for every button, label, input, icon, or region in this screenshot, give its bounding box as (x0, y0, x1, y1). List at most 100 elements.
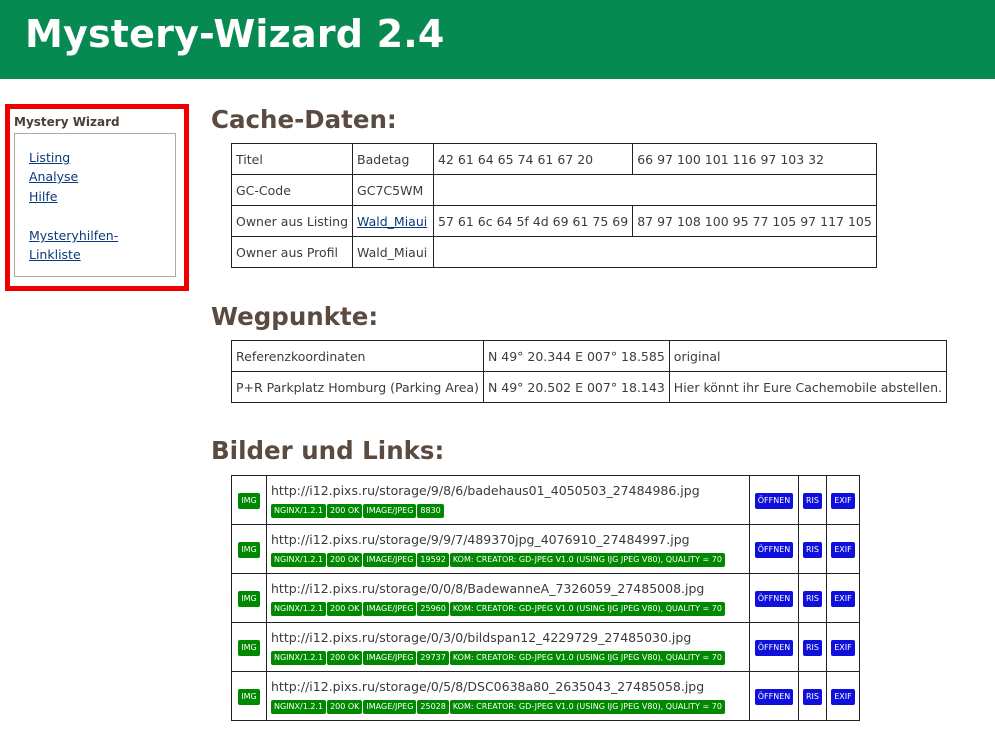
table-row: IMG http://i12.pixs.ru/storage/9/8/6/bade… (231, 475, 860, 525)
tag-size: 8830 (417, 503, 444, 518)
img-badge: IMG (238, 493, 260, 509)
tag-comment: KOM: CREATOR: GD-JPEG V1.0 (USING IJG JP… (449, 552, 725, 567)
exif-cell: EXIF (826, 475, 860, 525)
tag-status: 200 OK (327, 601, 363, 616)
open-cell: ÖFFNEN (749, 524, 799, 574)
open-button[interactable]: ÖFFNEN (754, 640, 794, 656)
exif-button[interactable]: EXIF (831, 689, 855, 705)
exif-cell: EXIF (826, 622, 860, 672)
tag-server: NGINX/1.2.1 (271, 552, 327, 567)
open-button[interactable]: ÖFFNEN (754, 591, 794, 607)
exif-cell: EXIF (826, 573, 860, 623)
image-info-cell: http://i12.pixs.ru/storage/0/0/8/Badewan… (266, 573, 750, 623)
tag-comment: KOM: CREATOR: GD-JPEG V1.0 (USING IJG JP… (449, 699, 725, 714)
exif-button[interactable]: EXIF (831, 542, 855, 558)
waypoint-coords: N 49° 20.344 E 007° 18.585 (482, 340, 670, 372)
nav-link-mysteryhilfen[interactable]: Mysteryhilfen- (29, 226, 118, 245)
tag-status: 200 OK (327, 699, 363, 714)
image-info-cell: http://i12.pixs.ru/storage/0/3/0/bildspa… (266, 622, 750, 672)
ris-cell: RIS (798, 475, 827, 525)
img-cell: IMG (231, 524, 267, 574)
open-cell: ÖFFNEN (749, 475, 799, 525)
cache-hex: 57 61 6c 64 5f 4d 69 61 75 69 (433, 205, 634, 237)
table-row: IMG http://i12.pixs.ru/storage/0/5/8/DSC0… (231, 671, 860, 721)
cache-hex: 42 61 64 65 74 61 67 20 (433, 143, 634, 175)
waypoints-table: Referenzkoordinaten N 49° 20.344 E 007° … (231, 340, 947, 403)
sidebar-title: Mystery Wizard (14, 115, 120, 129)
app-header: Mystery-Wizard 2.4 (0, 0, 995, 79)
tag-status: 200 OK (327, 552, 363, 567)
img-badge: IMG (238, 640, 260, 656)
open-button[interactable]: ÖFFNEN (754, 689, 794, 705)
open-button[interactable]: ÖFFNEN (754, 493, 794, 509)
tag-size: 19592 (417, 552, 449, 567)
waypoint-note: Hier könnt ihr Eure Cachemobile abstelle… (668, 371, 947, 403)
tag-type: IMAGE/JPEG (363, 650, 417, 665)
img-cell: IMG (231, 573, 267, 623)
tag-status: 200 OK (327, 650, 363, 665)
table-row: IMG http://i12.pixs.ru/storage/0/3/0/bild… (231, 622, 860, 672)
cache-empty (433, 236, 877, 268)
cache-value: GC7C5WM (352, 174, 435, 206)
image-url[interactable]: http://i12.pixs.ru/storage/0/5/8/DSC0638… (271, 679, 745, 694)
image-info-cell: http://i12.pixs.ru/storage/9/8/6/badehau… (266, 475, 750, 525)
open-button[interactable]: ÖFFNEN (754, 542, 794, 558)
ris-button[interactable]: RIS (803, 640, 822, 656)
table-row: IMG http://i12.pixs.ru/storage/0/0/8/Bade… (231, 573, 860, 623)
table-row: Owner aus Listing Wald_Miaui 57 61 6c 64… (230, 205, 877, 237)
exif-button[interactable]: EXIF (831, 493, 855, 509)
ris-button[interactable]: RIS (803, 591, 822, 607)
waypoint-coords: N 49° 20.502 E 007° 18.143 (482, 371, 670, 403)
exif-button[interactable]: EXIF (831, 591, 855, 607)
open-cell: ÖFFNEN (749, 573, 799, 623)
ris-cell: RIS (798, 524, 827, 574)
image-url[interactable]: http://i12.pixs.ru/storage/0/3/0/bildspa… (271, 630, 745, 645)
open-cell: ÖFFNEN (749, 622, 799, 672)
ris-cell: RIS (798, 622, 827, 672)
cache-data-table: Titel Badetag 42 61 64 65 74 61 67 20 66… (230, 143, 877, 268)
tag-server: NGINX/1.2.1 (271, 503, 327, 518)
image-tags: NGINX/1.2.1 200 OK IMAGE/JPEG 8830 (271, 501, 745, 518)
nav-link-listing[interactable]: Listing (29, 148, 70, 167)
cache-value: Wald_Miaui (352, 236, 435, 268)
cache-label: Owner aus Listing (230, 205, 354, 237)
table-row: IMG http://i12.pixs.ru/storage/9/9/7/4893… (231, 524, 860, 574)
table-row: Owner aus Profil Wald_Miaui (230, 236, 877, 268)
waypoint-name: P+R Parkplatz Homburg (Parking Area) (231, 371, 484, 403)
sidebar-nav: Listing Analyse Hilfe Mysteryhilfen- Lin… (14, 133, 176, 277)
owner-profile-link[interactable]: Wald_Miaui (357, 214, 427, 229)
table-row: P+R Parkplatz Homburg (Parking Area) N 4… (231, 371, 947, 403)
image-tags: NGINX/1.2.1 200 OK IMAGE/JPEG 25028 KOM: CRE… (271, 697, 745, 714)
image-url[interactable]: http://i12.pixs.ru/storage/9/8/6/badehau… (271, 483, 745, 498)
ris-cell: RIS (798, 671, 827, 721)
tag-server: NGINX/1.2.1 (271, 650, 327, 665)
tag-size: 25960 (417, 601, 449, 616)
open-cell: ÖFFNEN (749, 671, 799, 721)
tag-comment: KOM: CREATOR: GD-JPEG V1.0 (USING IJG JP… (449, 650, 725, 665)
nav-link-hilfe[interactable]: Hilfe (29, 187, 57, 206)
image-tags: NGINX/1.2.1 200 OK IMAGE/JPEG 19592 KOM: CRE… (271, 550, 745, 567)
image-url[interactable]: http://i12.pixs.ru/storage/9/9/7/489370j… (271, 532, 745, 547)
app-title: Mystery-Wizard 2.4 (25, 12, 445, 56)
cache-empty (433, 174, 877, 206)
image-info-cell: http://i12.pixs.ru/storage/9/9/7/489370j… (266, 524, 750, 574)
img-cell: IMG (231, 622, 267, 672)
tag-size: 29737 (417, 650, 449, 665)
nav-link-linkliste[interactable]: Linkliste (29, 245, 81, 264)
img-cell: IMG (231, 671, 267, 721)
ris-button[interactable]: RIS (803, 542, 822, 558)
table-row: Titel Badetag 42 61 64 65 74 61 67 20 66… (230, 143, 877, 175)
image-url[interactable]: http://i12.pixs.ru/storage/0/0/8/Badewan… (271, 581, 745, 596)
ris-button[interactable]: RIS (803, 493, 822, 509)
img-badge: IMG (238, 542, 260, 558)
tag-server: NGINX/1.2.1 (271, 601, 327, 616)
table-row: Referenzkoordinaten N 49° 20.344 E 007° … (231, 340, 947, 372)
tag-comment: KOM: CREATOR: GD-JPEG V1.0 (USING IJG JP… (449, 601, 725, 616)
nav-link-analyse[interactable]: Analyse (29, 167, 78, 186)
section-title-images: Bilder und Links: (211, 436, 445, 465)
table-row: GC-Code GC7C5WM (230, 174, 877, 206)
sidebar: Mystery Wizard Listing Analyse Hilfe Mys… (5, 104, 189, 291)
ris-button[interactable]: RIS (803, 689, 822, 705)
cache-dec: 66 97 100 101 116 97 103 32 (632, 143, 877, 175)
exif-button[interactable]: EXIF (831, 640, 855, 656)
